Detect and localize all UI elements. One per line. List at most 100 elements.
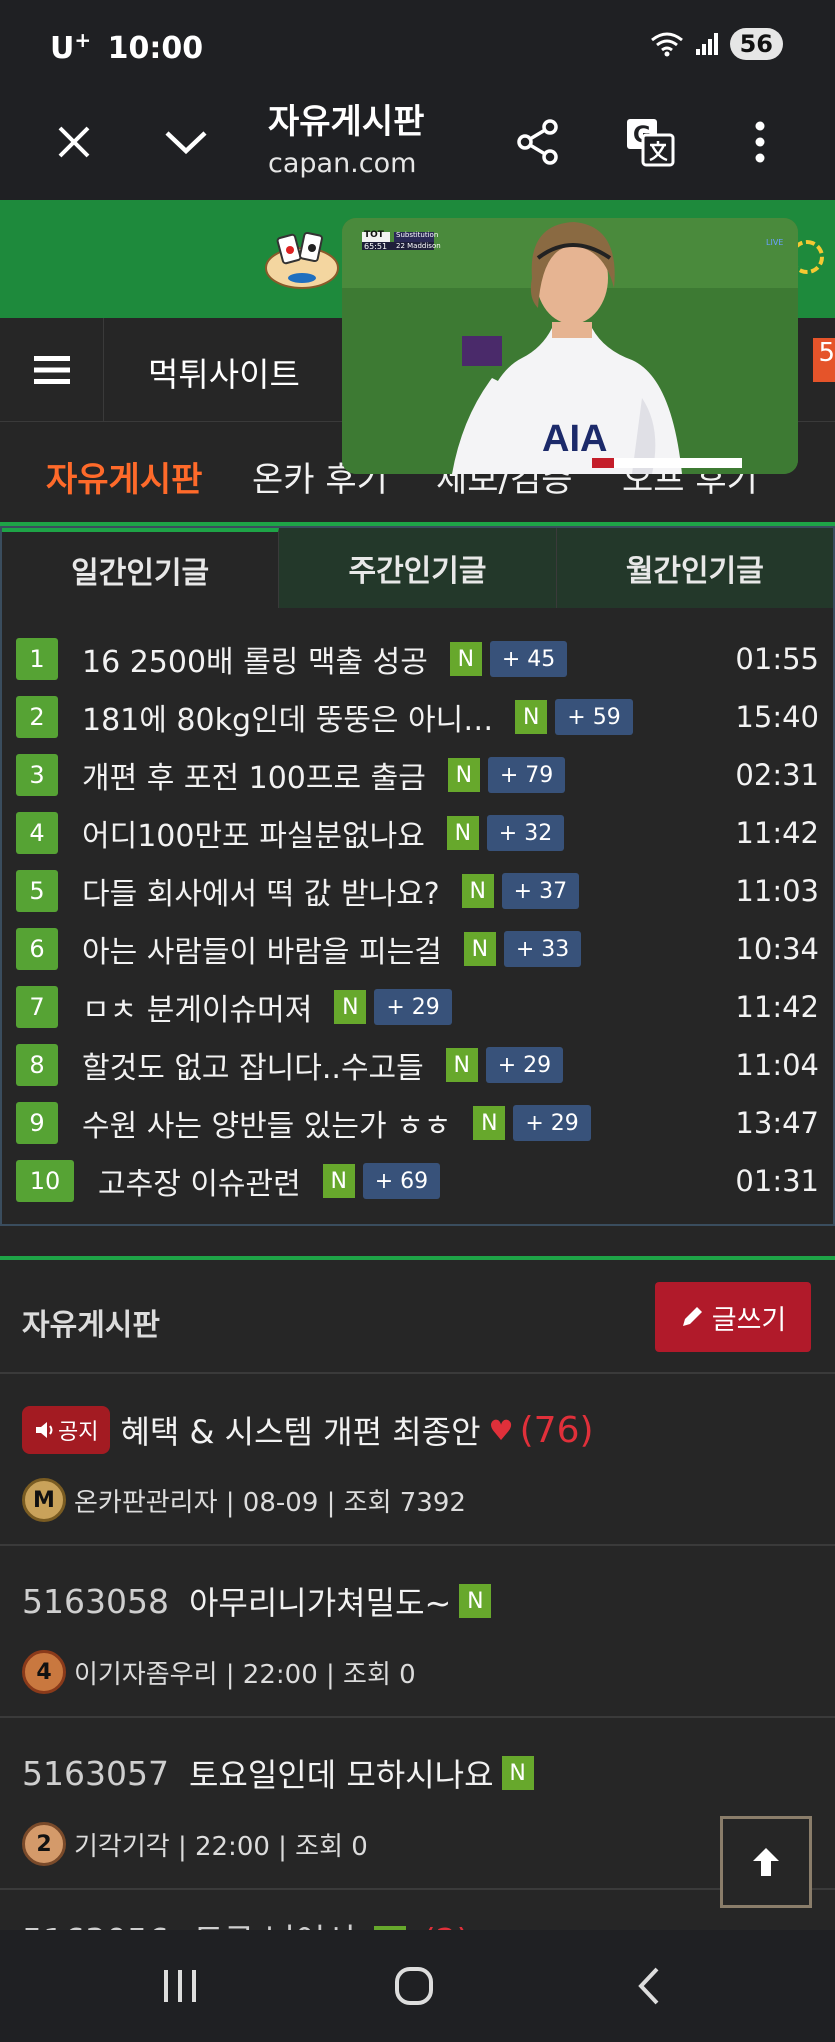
close-icon[interactable] <box>42 110 106 174</box>
video-sub-label: Substitution <box>396 231 439 239</box>
page-url[interactable]: capan.com <box>268 148 416 179</box>
notice-post[interactable]: 공지 혜택 & 시스템 개편 최종안 ♥ (76) M 온카판관리자 | 08-… <box>0 1376 835 1546</box>
popular-post-link[interactable]: 수원 사는 양반들 있는가 ㅎㅎ N + 29 <box>82 1101 591 1145</box>
share-icon[interactable] <box>506 110 570 174</box>
home-icon[interactable] <box>384 1958 444 2014</box>
popular-post-title: 다들 회사에서 떡 값 받나요? <box>82 877 440 912</box>
section-divider <box>0 1256 835 1260</box>
site-logo-icon[interactable] <box>262 228 342 294</box>
comment-count-badge: + 29 <box>485 1047 564 1083</box>
post-meta: 이기자좀우리 | 22:00 | 조회 0 <box>74 1659 416 1690</box>
list-item[interactable]: 9 수원 사는 양반들 있는가 ㅎㅎ N + 29 13:47 <box>2 1094 833 1152</box>
admin-medal-icon: M <box>22 1478 66 1522</box>
list-item[interactable]: 5163057 토요일인데 모하시나요 N 2 기각기각 | 22:00 | 조… <box>0 1720 835 1890</box>
tab-daily-popular[interactable]: 일간인기글 <box>2 528 280 608</box>
post-number: 5163058 <box>22 1581 169 1621</box>
list-item[interactable]: 6 아는 사람들이 바람을 피는걸 N + 33 10:34 <box>2 920 833 978</box>
battery-indicator: 56 <box>729 28 783 60</box>
post-time: 10:34 <box>735 932 819 966</box>
tab-weekly-popular[interactable]: 주간인기글 <box>279 528 557 608</box>
board-header: 자유게시판 글쓰기 <box>0 1262 835 1374</box>
more-options-icon[interactable] <box>728 110 792 174</box>
list-item[interactable]: 1 16 2500배 롤링 맥출 성공 N + 45 01:55 <box>2 630 833 688</box>
board-title: 자유게시판 <box>22 1308 160 1343</box>
post-time: 01:31 <box>735 1164 819 1198</box>
post-time: 11:42 <box>735 990 819 1024</box>
back-icon[interactable] <box>618 1958 678 2014</box>
popular-post-link[interactable]: 고추장 이슈관련 N + 69 <box>98 1159 441 1203</box>
tab-free-board[interactable]: 자유게시판 <box>46 452 202 501</box>
post-time: 01:55 <box>735 642 819 676</box>
post-time: 15:40 <box>735 700 819 734</box>
arrow-up-icon <box>753 1848 779 1876</box>
list-item[interactable]: 5 다들 회사에서 떡 값 받나요? N + 37 11:03 <box>2 862 833 920</box>
popular-post-link[interactable]: 16 2500배 롤링 맥출 성공 N + 45 <box>82 637 568 681</box>
list-item[interactable]: 10 고추장 이슈관련 N + 69 01:31 <box>2 1152 833 1210</box>
chevron-down-icon[interactable] <box>154 110 218 174</box>
new-badge: N <box>449 642 482 676</box>
level-medal-icon: 4 <box>22 1650 66 1694</box>
period-tabs: 일간인기글 주간인기글 월간인기글 <box>2 528 833 608</box>
scroll-top-button[interactable] <box>720 1816 812 1908</box>
notice-title[interactable]: 혜택 & 시스템 개편 최종안 <box>120 1407 480 1453</box>
post-time: 11:04 <box>735 1048 819 1082</box>
comment-count: (76) <box>519 1409 594 1451</box>
popular-post-link[interactable]: 아는 사람들이 바람을 피는걸 N + 33 <box>82 927 582 971</box>
status-icons: 56 <box>650 28 783 60</box>
comment-count-badge: + 45 <box>489 641 568 677</box>
page-title: 자유게시판 <box>268 102 425 142</box>
popular-post-link[interactable]: 181에 80kg인데 뚱뚱은 아니… N + 59 <box>82 695 633 739</box>
translate-icon[interactable]: G <box>618 110 682 174</box>
post-time: 11:03 <box>735 874 819 908</box>
system-nav-bar <box>0 1930 835 2042</box>
status-carrier-time: U+ 10:00 <box>50 28 204 66</box>
post-title[interactable]: 토요일인데 모하시나요 <box>189 1750 494 1796</box>
notice-tag: 공지 <box>22 1406 111 1454</box>
write-post-label: 글쓰기 <box>711 1304 787 1336</box>
video-score-label: TOT <box>364 230 384 240</box>
comment-count-badge: + 33 <box>503 931 582 967</box>
post-title[interactable]: 아무리니가쳐밀도~ <box>189 1578 451 1624</box>
popular-post-title: ㅁㅊ 분게이슈머져 <box>82 993 313 1028</box>
popular-post-title: 할것도 없고 잡니다..수고들 <box>82 1051 424 1086</box>
menu-icon[interactable] <box>0 318 104 422</box>
video-pip-player[interactable]: TOT 65:51 Substitution 22 Maddison LIVE … <box>342 218 798 474</box>
level-medal-icon: 2 <box>22 1822 66 1866</box>
pencil-icon <box>682 1307 702 1326</box>
comment-count-badge: + 29 <box>513 1105 591 1141</box>
wifi-icon <box>650 32 683 57</box>
popular-post-link[interactable]: ㅁㅊ 분게이슈머져 N + 29 <box>82 985 452 1029</box>
notification-badge[interactable]: 5 <box>813 338 835 382</box>
list-item[interactable]: 8 할것도 없고 잡니다..수고들 N + 29 11:04 <box>2 1036 833 1094</box>
shirt-sponsor-text: AIA <box>542 418 608 460</box>
video-sub-player: 22 Maddison <box>396 242 441 250</box>
rank-number: 2 <box>16 696 58 738</box>
popular-post-link[interactable]: 할것도 없고 잡니다..수고들 N + 29 <box>82 1043 564 1087</box>
popular-post-title: 어디100만포 파실분없나요 <box>82 819 425 854</box>
list-item[interactable]: 2 181에 80kg인데 뚱뚱은 아니… N + 59 15:40 <box>2 688 833 746</box>
new-badge: N <box>463 932 496 966</box>
comment-count-badge: + 37 <box>501 873 580 909</box>
popular-post-link[interactable]: 개편 후 포전 100프로 출금 N + 79 <box>82 753 566 797</box>
new-badge: N <box>322 1164 355 1198</box>
list-item[interactable]: 4 어디100만포 파실분없나요 N + 32 11:42 <box>2 804 833 862</box>
popular-post-link[interactable]: 다들 회사에서 떡 값 받나요? N + 37 <box>82 869 580 913</box>
write-post-button[interactable]: 글쓰기 <box>655 1282 811 1352</box>
popular-post-link[interactable]: 어디100만포 파실분없나요 N + 32 <box>82 811 565 855</box>
post-meta: 온카판관리자 | 08-09 | 조회 7392 <box>74 1487 466 1518</box>
comment-count-badge: + 59 <box>555 699 633 735</box>
popular-post-title: 181에 80kg인데 뚱뚱은 아니… <box>82 703 494 738</box>
list-item[interactable]: 7 ㅁㅊ 분게이슈머져 N + 29 11:42 <box>2 978 833 1036</box>
nav-scam-sites-link[interactable]: 먹튀사이트 <box>148 348 300 396</box>
list-item[interactable]: 5163058 아무리니가쳐밀도~ N 4 이기자좀우리 | 22:00 | 조… <box>0 1548 835 1718</box>
rank-number: 1 <box>16 638 58 680</box>
new-badge: N <box>446 816 479 850</box>
recent-apps-icon[interactable] <box>150 1958 210 2014</box>
comment-count-badge: + 29 <box>374 989 452 1025</box>
tab-monthly-popular[interactable]: 월간인기글 <box>556 528 833 608</box>
popular-post-title: 아는 사람들이 바람을 피는걸 <box>82 935 442 970</box>
comment-count-badge: + 69 <box>362 1163 441 1199</box>
browser-toolbar: 자유게시판 capan.com G <box>0 88 835 200</box>
post-meta: 기각기각 | 22:00 | 조회 0 <box>74 1831 368 1862</box>
list-item[interactable]: 3 개편 후 포전 100프로 출금 N + 79 02:31 <box>2 746 833 804</box>
